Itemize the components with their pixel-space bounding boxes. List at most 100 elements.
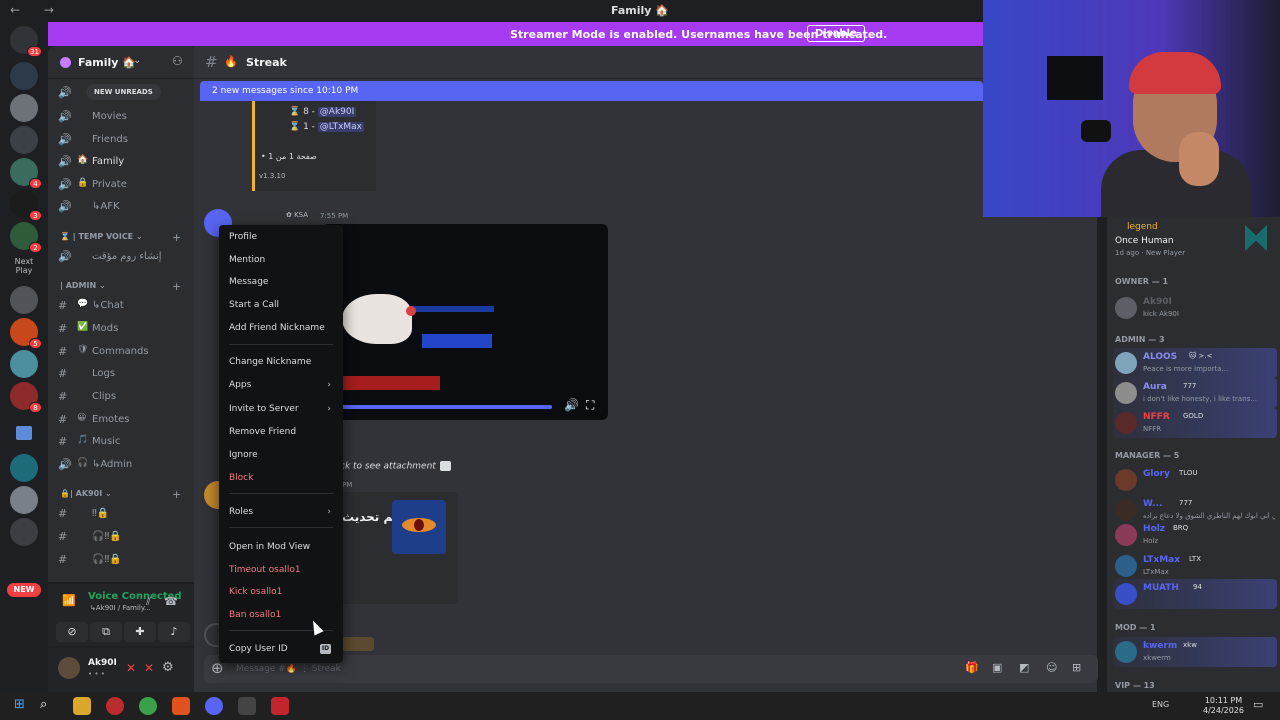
menu-item-ignore[interactable]: Ignore <box>225 446 337 465</box>
menu-item-mention[interactable]: Mention <box>225 251 337 270</box>
private-channel-1[interactable]: # ‼🔒 <box>58 505 188 523</box>
server-icon-5[interactable]: 3 <box>10 190 42 221</box>
notification-icon[interactable]: ▭ <box>1253 698 1263 711</box>
deafen-icon[interactable]: ✕ <box>144 661 154 675</box>
member-row[interactable]: ALOOS 🐱 >.< Peace is more importa... <box>1113 348 1277 378</box>
menu-item-remove-friend[interactable]: Remove Friend <box>225 423 337 442</box>
member-row[interactable]: LTxMax LTX LTxMax <box>1113 551 1277 581</box>
direct-messages-button[interactable]: 31 <box>10 26 42 57</box>
server-icon-1[interactable] <box>10 62 38 90</box>
server-icon-4[interactable]: 4 <box>10 158 42 189</box>
category-admin[interactable]: | ADMIN ⌄ + <box>60 280 181 295</box>
menu-item-roles[interactable]: Roles › <box>225 503 337 522</box>
private-channel-3[interactable]: # 🎧‼🔒 <box>58 551 188 569</box>
brave-icon[interactable] <box>172 697 190 715</box>
private-channel-2[interactable]: # 🎧‼🔒 <box>58 528 188 546</box>
discord-icon[interactable] <box>205 697 223 715</box>
app-icon-x[interactable] <box>271 697 289 715</box>
screenshare-button[interactable]: ⧉ <box>90 622 122 642</box>
video-player[interactable]: 🔊 ⛶ <box>322 224 608 420</box>
camera-off-button[interactable]: ⊘ <box>56 622 88 642</box>
embed-thumbnail[interactable] <box>392 500 446 554</box>
language-indicator[interactable]: ENG <box>1152 700 1169 709</box>
member-row[interactable]: Holz BRQ Holz <box>1113 520 1277 550</box>
text-channel-music[interactable]: # 🎵 Music <box>58 433 188 451</box>
noise-suppression-icon[interactable]: ⫽ <box>146 595 151 609</box>
sticker-icon[interactable]: ◩ <box>1019 661 1029 674</box>
text-channel-chat[interactable]: # 💬 ↳Chat <box>58 297 188 315</box>
category-ak90i[interactable]: 🔒| AK90I ⌄ + <box>60 488 181 503</box>
server-icon-11[interactable] <box>10 454 38 482</box>
file-explorer-icon[interactable] <box>73 697 91 715</box>
menu-item-message[interactable]: Message <box>225 273 337 292</box>
member-row[interactable]: MUATH 94 <box>1113 579 1277 609</box>
server-icon-9[interactable] <box>10 350 38 378</box>
avatar[interactable] <box>58 657 80 679</box>
voice-channel-path[interactable]: ↳Ak90I / Family... <box>90 604 151 612</box>
apps-icon[interactable]: ⊞ <box>1072 661 1081 674</box>
menu-item-block[interactable]: Block <box>225 469 337 488</box>
temp-voice-create[interactable]: 🔊 إنشاء روم مؤقت <box>58 248 188 266</box>
voice-channel-admin[interactable]: 🔊 🎧 ↳Admin <box>58 456 188 474</box>
text-channel-emotes[interactable]: # 😀 Emotes <box>58 411 188 429</box>
search-icon[interactable]: ⌕ <box>40 697 58 715</box>
gift-icon[interactable]: 🎁 <box>965 661 979 674</box>
folder-icon[interactable] <box>10 420 38 448</box>
add-channel-icon[interactable]: + <box>172 488 181 501</box>
emoji-icon[interactable]: ☺ <box>1046 661 1057 674</box>
server-icon-7[interactable] <box>10 286 38 314</box>
server-icon-2[interactable] <box>10 94 38 122</box>
menu-item-open-in-mod-view[interactable]: Open in Mod View <box>225 538 337 557</box>
server-icon-10[interactable]: 8 <box>10 382 42 413</box>
server-icon-12[interactable] <box>10 486 38 514</box>
member-row[interactable]: Aura 777 i don't like honesty, i like tr… <box>1113 378 1277 408</box>
text-channel-mods[interactable]: # ✅ Mods <box>58 320 188 338</box>
text-channel-commands[interactable]: # 🛡 Commands <box>58 343 188 361</box>
voice-channel-family[interactable]: 🔊 🏠 Family <box>58 153 188 171</box>
text-channel-logs[interactable]: # Logs <box>58 365 188 383</box>
voice-channel-friends[interactable]: 🔊 Friends <box>58 131 188 149</box>
server-icon-3[interactable] <box>10 126 38 154</box>
menu-item-apps[interactable]: Apps › <box>225 376 337 395</box>
gear-icon[interactable]: ⚙ <box>162 660 174 675</box>
chrome-icon[interactable] <box>139 697 157 715</box>
username[interactable]: Ak90I <box>88 658 117 668</box>
category-temp-voice[interactable]: ⌛ | TEMP VOICE ⌄ + <box>60 231 181 246</box>
app-icon-grid[interactable] <box>238 697 256 715</box>
app-icon-red[interactable] <box>106 697 124 715</box>
volume-icon[interactable]: 🔊 <box>564 398 579 412</box>
text-channel-clips[interactable]: # Clips <box>58 388 188 406</box>
member-row[interactable]: Glory TLOU <box>1113 465 1277 495</box>
add-channel-icon[interactable]: + <box>172 231 181 244</box>
voice-channel-afk[interactable]: 🔊 ↳AFK <box>58 198 188 216</box>
menu-item-invite-to-server[interactable]: Invite to Server › <box>225 400 337 419</box>
member-row[interactable]: kwerm xkw xkwerm <box>1113 637 1277 667</box>
menu-item-copy-user-id[interactable]: Copy User ID ID <box>225 640 337 659</box>
menu-item-start-call[interactable]: Start a Call <box>225 296 337 315</box>
voice-channel-private[interactable]: 🔊 🔒 Private <box>58 176 188 194</box>
menu-item-profile[interactable]: Profile <box>225 228 337 247</box>
start-button-icon[interactable]: ⊞ <box>14 697 32 715</box>
menu-item-kick[interactable]: Kick osallo1 <box>225 583 337 602</box>
new-pill[interactable]: NEW <box>7 583 41 597</box>
next-play-folder[interactable]: Next Play <box>10 252 38 280</box>
menu-item-ban[interactable]: Ban osallo1 <box>225 606 337 625</box>
member-row[interactable]: Ak90I kick Ak90I <box>1113 293 1277 323</box>
server-header[interactable]: Family 🏠 ⌄ ⚇ <box>48 46 194 79</box>
system-clock[interactable]: 10:11 PM 4/24/2026 <box>1203 696 1244 716</box>
new-messages-bar[interactable]: 2 new messages since 10:10 PM <box>200 81 983 101</box>
video-progress-bar[interactable] <box>322 405 552 409</box>
menu-item-timeout[interactable]: Timeout osallo1 <box>225 561 337 580</box>
server-icon-8[interactable]: 5 <box>10 318 42 349</box>
member-row[interactable]: NFFR GOLD NFFR <box>1113 408 1277 438</box>
gif-icon[interactable]: ▣ <box>992 661 1002 674</box>
mic-muted-icon[interactable]: ✕ <box>126 661 136 675</box>
soundboard-button[interactable]: ♪ <box>158 622 190 642</box>
voice-channel-movies[interactable]: 🔊 Movies <box>58 108 188 126</box>
server-icon-6[interactable]: 2 <box>10 222 42 253</box>
voice-channel-hidden[interactable]: 🔊 <box>58 84 188 102</box>
server-icon-13[interactable] <box>10 518 38 546</box>
attachment-link[interactable]: ck to see attachment <box>340 461 451 472</box>
activities-button[interactable]: ✚ <box>124 622 156 642</box>
menu-item-change-nickname[interactable]: Change Nickname <box>225 353 337 372</box>
